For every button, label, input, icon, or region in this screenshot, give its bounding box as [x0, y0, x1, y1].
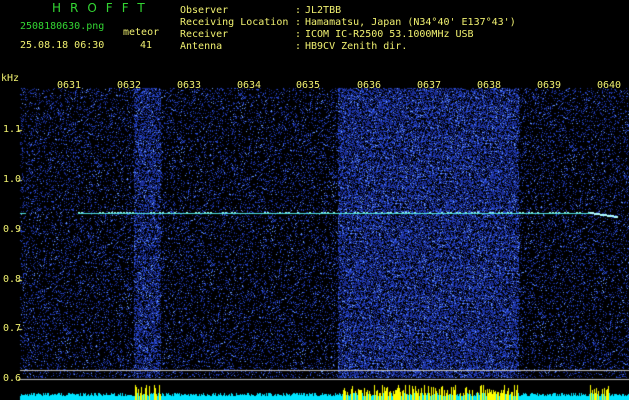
x-tick-label: 0634: [237, 80, 262, 91]
y-tick-label: 1.0: [3, 174, 22, 185]
meteor-count-value: 41: [140, 40, 153, 51]
x-tick-label: 0633: [177, 80, 202, 91]
antenna-separator: :: [295, 41, 302, 52]
observer-separator: :: [295, 5, 302, 16]
x-tick-label: 0636: [357, 80, 382, 91]
location-value: Hamamatsu, Japan (N34°40' E137°43'): [305, 17, 516, 28]
y-axis-unit: kHz: [1, 73, 20, 84]
antenna-value: HB9CV Zenith dir.: [305, 41, 408, 52]
location-label: Receiving Location: [180, 17, 289, 28]
location-separator: :: [295, 17, 302, 28]
file-name: 2508180630.png: [20, 21, 105, 32]
x-tick-label: 0632: [117, 80, 142, 91]
x-tick-label: 0638: [477, 80, 502, 91]
x-tick-label: 0635: [296, 80, 321, 91]
observer-label: Observer: [180, 5, 229, 16]
x-tick-label: 0631: [57, 80, 82, 91]
x-tick-label: 0640: [597, 80, 622, 91]
y-tick-label: 0.6: [3, 373, 22, 384]
observer-value: JL2TBB: [305, 5, 342, 16]
receiver-value: ICOM IC-R2500 53.1000MHz USB: [305, 29, 474, 40]
x-tick-label: 0639: [537, 80, 562, 91]
capture-datetime: 25.08.18 06:30: [20, 40, 105, 51]
y-tick-label: 0.9: [3, 224, 22, 235]
y-tick-label: 1.1: [3, 124, 22, 135]
y-tick-label: 0.7: [3, 323, 22, 334]
meteor-count-label: meteor: [123, 27, 160, 38]
spectrogram-canvas: [0, 80, 629, 400]
hrofft-spectrogram-window: HROFFT 2508180630.png 25.08.18 06:30 met…: [0, 0, 629, 400]
antenna-label: Antenna: [180, 41, 223, 52]
x-tick-label: 0637: [417, 80, 442, 91]
y-tick-label: 0.8: [3, 274, 22, 285]
program-title: HROFFT: [52, 1, 154, 15]
receiver-separator: :: [295, 29, 302, 40]
receiver-label: Receiver: [180, 29, 229, 40]
